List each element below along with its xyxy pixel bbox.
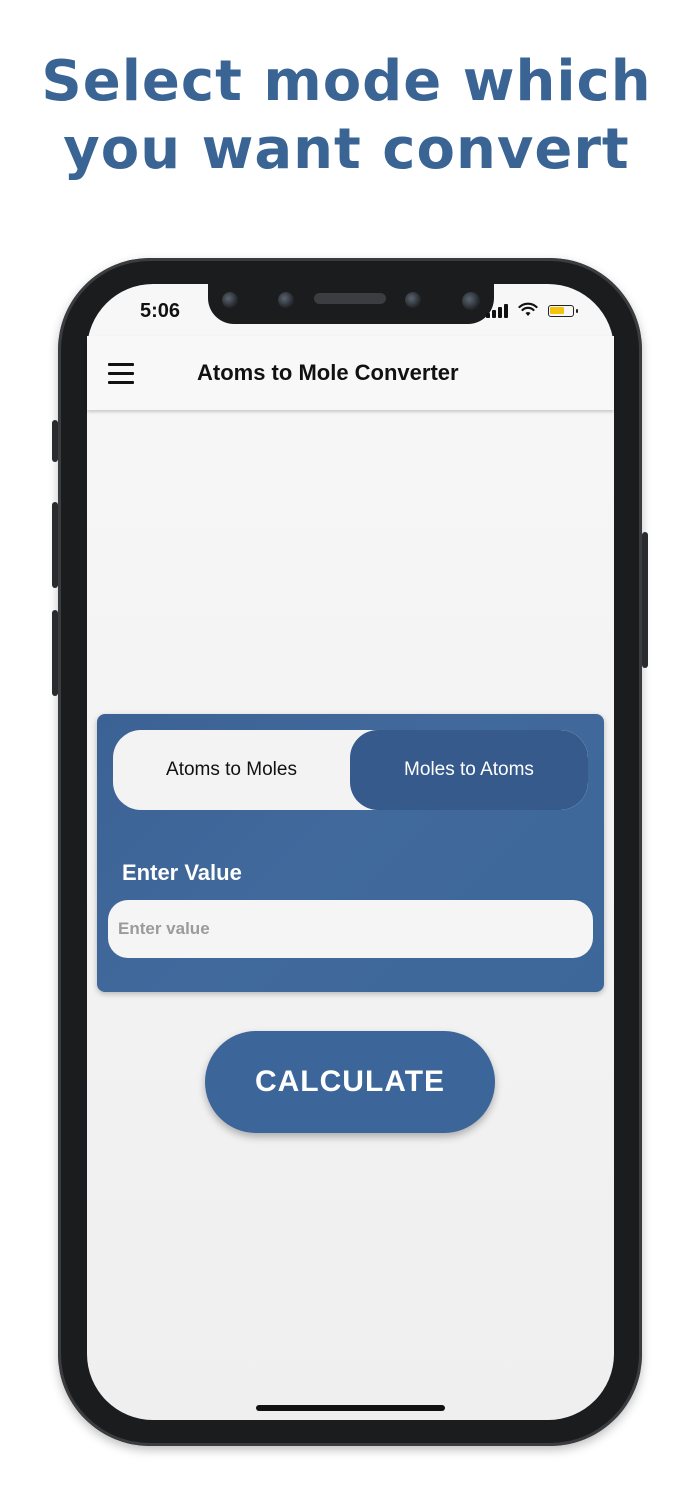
phone-mute-switch	[52, 420, 58, 462]
phone-volume-up-button	[52, 502, 58, 588]
mode-toggle: Atoms to Moles Moles to Atoms	[113, 730, 588, 810]
wifi-icon	[518, 302, 538, 322]
home-indicator	[256, 1405, 445, 1411]
front-camera-icon	[222, 292, 238, 308]
battery-tip	[576, 309, 578, 313]
phone-volume-down-button	[52, 610, 58, 696]
promo-line-2: you want convert	[63, 117, 630, 182]
mode-moles-to-atoms[interactable]: Moles to Atoms	[350, 730, 588, 810]
phone-power-button	[642, 532, 648, 668]
value-input[interactable]	[108, 900, 593, 958]
earpiece-speaker	[314, 293, 386, 304]
phone-notch	[208, 284, 494, 324]
calculate-button[interactable]: CALCULATE	[205, 1031, 495, 1133]
hamburger-menu-icon[interactable]	[108, 363, 134, 385]
enter-value-label: Enter Value	[122, 860, 242, 885]
promo-line-1: Select mode which	[41, 49, 652, 114]
cellular-signal-icon	[486, 304, 512, 318]
battery-level	[550, 307, 564, 314]
promo-headline: Select mode which you want convert	[0, 48, 693, 184]
sensor-icon	[278, 292, 294, 308]
mode-atoms-to-moles[interactable]: Atoms to Moles	[113, 730, 350, 810]
app-title: Atoms to Mole Converter	[197, 360, 459, 385]
proximity-sensor-icon	[405, 292, 421, 308]
status-time: 5:06	[140, 300, 181, 322]
battery-icon	[548, 305, 578, 317]
camera-lens-icon	[462, 292, 480, 310]
